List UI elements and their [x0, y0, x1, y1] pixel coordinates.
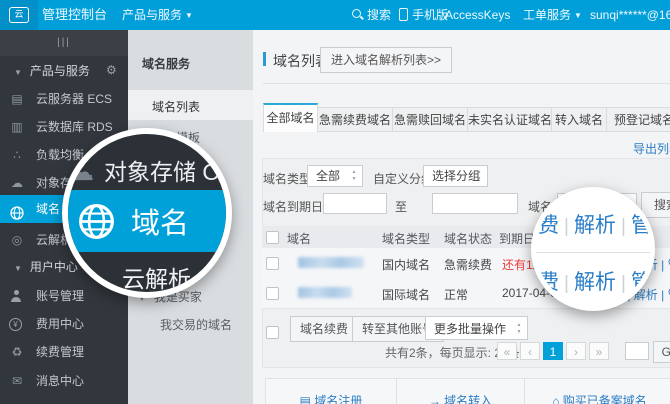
expiry-date-to-input[interactable] [432, 193, 518, 214]
export-list-link[interactable]: 导出列表 [633, 140, 670, 157]
date-to-label: 至 [395, 198, 407, 215]
page-current[interactable]: 1 [543, 342, 563, 360]
console-page: 云 管理控制台 产品与服务▼ 搜索 手机版 AccessKeys 工单服务▼ s… [0, 0, 670, 404]
logo-tile[interactable]: 云 [0, 0, 38, 30]
sidebar-group-user[interactable]: ▼用户中心 [14, 254, 78, 280]
mobile-version-link[interactable]: 手机版 [399, 0, 448, 30]
tab-renew-urgent[interactable]: 急需续费域名 [318, 107, 393, 132]
user-account[interactable]: sunqi******@163.c [590, 0, 670, 30]
renew-icon: ♻ [8, 338, 26, 366]
sidebar-item-renewal[interactable]: ♻续费管理 [0, 338, 128, 366]
magnified-oss-item: ☁对象存储 OS [70, 153, 232, 187]
sidebar-group-products[interactable]: ▼产品与服务 [14, 58, 90, 84]
phone-icon [399, 8, 408, 21]
title-accent-bar [263, 52, 266, 66]
bulk-more-select[interactable]: 更多批量操作▲▼ [425, 316, 528, 340]
chevron-down-icon: ▼ [574, 11, 582, 20]
select-arrows-icon: ▲▼ [350, 169, 358, 183]
caret-down-icon: ▼ [14, 264, 22, 273]
tab-preregister[interactable]: 预登记域名 [607, 107, 670, 132]
domain-type-select[interactable]: 全部▲▼ [307, 165, 363, 187]
enter-dns-list-button[interactable]: 进入域名解析列表>> [320, 47, 452, 73]
accesskeys-link[interactable]: AccessKeys [445, 0, 510, 30]
domain-status-cell: 正常 [444, 286, 468, 303]
caret-down-icon: ▼ [14, 68, 22, 77]
console-home-link[interactable]: 管理控制台 [42, 0, 107, 30]
chevron-down-icon: ▼ [185, 11, 193, 20]
col-domain: 域名 [287, 230, 311, 247]
cloud-storage-icon: ☁ [8, 169, 26, 197]
magnifier-left: ☁对象存储 OS 域名 云解析 [62, 128, 232, 298]
footer-card: → 域名转入 [397, 378, 525, 404]
load-balancer-icon: ∴ [8, 141, 26, 169]
select-all-checkbox[interactable] [266, 231, 279, 244]
expiry-date-from-input[interactable] [323, 193, 387, 214]
register-icon: ▤ [300, 394, 311, 404]
divider [263, 83, 670, 84]
buy-registered-domain-link[interactable]: ⌂ 购买已备案域名 [525, 392, 670, 404]
row-checkbox[interactable] [266, 257, 279, 270]
page-prev-button[interactable]: ‹ [520, 342, 540, 360]
aliyun-logo-icon: 云 [9, 7, 29, 23]
arrow-icon: → [429, 394, 441, 404]
subnav-item-domain-list-label[interactable]: 域名列表 [152, 98, 200, 115]
cloud-storage-icon: ☁ [70, 159, 94, 186]
sidebar-collapse-handle[interactable]: ||| [0, 30, 128, 56]
sidebar-item-billing[interactable]: ¥费用中心 [0, 310, 128, 338]
yen-icon: ¥ [9, 318, 22, 331]
tab-transfer-in[interactable]: 转入域名 [552, 107, 607, 132]
sidebar-item-messages[interactable]: ✉消息中心 [0, 367, 128, 395]
row-checkbox[interactable] [266, 287, 279, 300]
bulk-select-checkbox[interactable] [266, 326, 279, 339]
dns-icon: ◎ [8, 226, 26, 254]
tab-unverified[interactable]: 未实名认证域名 [468, 107, 552, 132]
magnifier-right: 费|解析|管 费|解析|管 [531, 187, 655, 311]
col-status: 域名状态 [444, 230, 492, 247]
custom-group-select[interactable]: 选择分组▲▼ [423, 165, 488, 187]
domain-name-redacted [298, 257, 364, 268]
page-next-button[interactable]: › [566, 342, 586, 360]
tickets-menu[interactable]: 工单服务▼ [523, 0, 582, 30]
server-icon: ▤ [8, 85, 26, 113]
select-arrows-icon: ▲▼ [475, 169, 483, 183]
search-icon [352, 9, 363, 20]
domain-type-cell: 国内域名 [382, 256, 430, 273]
products-menu[interactable]: 产品与服务▼ [122, 0, 193, 30]
page-last-button[interactable]: » [589, 342, 609, 360]
magnified-action-links: 费|解析|管 [538, 266, 655, 296]
subnav-header: 域名服务 [142, 55, 190, 72]
topbar: 云 管理控制台 产品与服务▼ 搜索 手机版 AccessKeys 工单服务▼ s… [0, 0, 670, 30]
sidebar-item-ecs[interactable]: ▤云服务器 ECS [0, 85, 128, 113]
footer-card: ⌂ 购买已备案域名 [525, 378, 670, 404]
domain-name-redacted [298, 287, 352, 298]
database-icon: ▥ [8, 113, 26, 141]
person-icon [10, 290, 22, 302]
magnified-dns-item: 云解析 [122, 260, 191, 294]
page-jump-input[interactable] [625, 342, 649, 360]
domain-status-cell: 急需续费 [444, 256, 492, 273]
register-domain-link[interactable]: ▤ 域名注册 [266, 392, 396, 404]
page-go-button[interactable]: GO [653, 341, 670, 363]
divider [536, 252, 650, 253]
topbar-search[interactable]: 搜索 [352, 0, 391, 30]
globe-icon [78, 203, 115, 240]
bulk-renew-button[interactable]: 域名续费 [290, 316, 358, 342]
footer-card: ▤ 域名注册 [265, 378, 397, 404]
magnified-action-links: 费|解析|管 [538, 209, 655, 239]
subnav-item-traded-domains[interactable]: 我交易的域名 [160, 316, 232, 333]
tab-redeem-urgent[interactable]: 急需赎回域名 [393, 107, 468, 132]
home-icon: ⌂ [552, 394, 559, 404]
domain-type-cell: 国际域名 [382, 286, 430, 303]
transfer-in-link[interactable]: → 域名转入 [397, 392, 524, 404]
gear-icon[interactable]: ⚙ [106, 63, 117, 77]
col-type: 域名类型 [382, 230, 430, 247]
tab-all-domains[interactable]: 全部域名 [263, 103, 318, 132]
magnified-domain-item: 域名 [62, 190, 232, 252]
select-arrows-icon: ▲▼ [515, 322, 523, 336]
page-first-button[interactable]: « [497, 342, 517, 360]
envelope-icon: ✉ [8, 367, 26, 395]
